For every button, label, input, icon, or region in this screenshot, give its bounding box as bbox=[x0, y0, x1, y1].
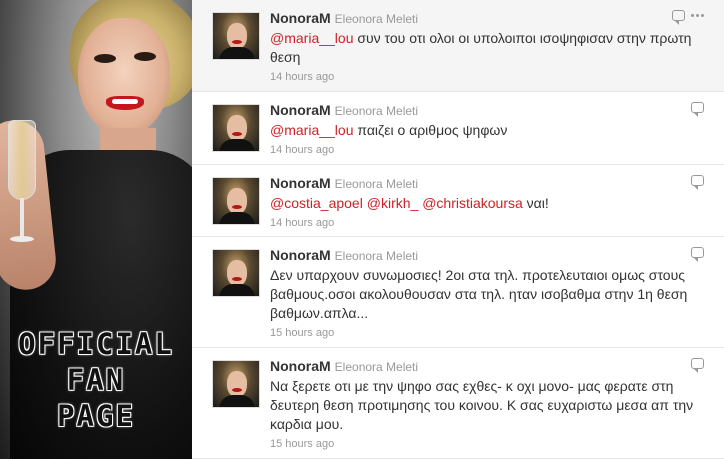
tweet-body: NonoraM Eleonora Meleti @costia_apoel @kir… bbox=[270, 175, 710, 231]
tweet-body: NonoraM Eleonora Meleti @maria__lou παιζει… bbox=[270, 102, 710, 158]
mention-link[interactable]: @christiakoursa bbox=[422, 195, 523, 211]
avatar[interactable] bbox=[212, 177, 260, 225]
tweet-header: NonoraM Eleonora Meleti bbox=[270, 175, 710, 193]
reply-icon[interactable] bbox=[672, 10, 685, 25]
tweet[interactable]: NonoraM Eleonora Meleti @maria__lou παιζει… bbox=[192, 92, 724, 165]
screen-name-link[interactable]: NonoraM bbox=[270, 102, 331, 118]
tweet[interactable]: NonoraM Eleonora Meleti Να ξερετε οτι με τ… bbox=[192, 348, 724, 459]
screen-name-link[interactable]: NonoraM bbox=[270, 358, 331, 374]
reply-icon[interactable] bbox=[691, 102, 704, 117]
tweet-header: NonoraM Eleonora Meleti bbox=[270, 358, 710, 376]
tweet-message: παιζει ο αριθμος ψηφων bbox=[353, 122, 508, 138]
screen-name-link[interactable]: NonoraM bbox=[270, 247, 331, 263]
tweet-message: Δεν υπαρχουν συνωμοσιες! 2οι στα τηλ. πρ… bbox=[270, 267, 688, 321]
mention-link[interactable]: @kirkh_ bbox=[367, 195, 419, 211]
more-icon[interactable] bbox=[691, 14, 704, 17]
promo-banner-line: PAGE bbox=[57, 399, 135, 433]
mention-link[interactable]: @maria__lou bbox=[270, 30, 353, 46]
full-name: Eleonora Meleti bbox=[334, 12, 419, 26]
tweet-body: NonoraM Eleonora Meleti Να ξερετε οτι με τ… bbox=[270, 358, 710, 452]
promo-face bbox=[78, 18, 170, 136]
tweet-body: NonoraM Eleonora Meleti @maria__lou συν το… bbox=[270, 10, 710, 85]
tweet-text: @maria__lou παιζει ο αριθμος ψηφων bbox=[270, 121, 710, 140]
timestamp-link[interactable]: 14 hours ago bbox=[270, 69, 710, 85]
tweet-header: NonoraM Eleonora Meleti bbox=[270, 247, 710, 265]
tweet-actions bbox=[672, 10, 704, 25]
avatar[interactable] bbox=[212, 104, 260, 152]
tweet-actions bbox=[691, 175, 704, 190]
promo-banner-line: FAN bbox=[66, 363, 126, 397]
full-name: Eleonora Meleti bbox=[334, 360, 419, 374]
screen-name-link[interactable]: NonoraM bbox=[270, 175, 331, 191]
reply-icon[interactable] bbox=[691, 175, 704, 190]
tweet[interactable]: NonoraM Eleonora Meleti Δεν υπαρχουν συνωμ… bbox=[192, 237, 724, 348]
promo-teeth bbox=[112, 99, 138, 104]
timestamp-link[interactable]: 14 hours ago bbox=[270, 215, 710, 231]
full-name: Eleonora Meleti bbox=[334, 249, 419, 263]
promo-banner-text: OFFICIAL FAN PAGE bbox=[0, 326, 192, 434]
promo-eye-left bbox=[94, 54, 116, 63]
tweet[interactable]: NonoraM Eleonora Meleti @maria__lou συν το… bbox=[192, 0, 724, 92]
avatar[interactable] bbox=[212, 249, 260, 297]
avatar[interactable] bbox=[212, 360, 260, 408]
screen-name-link[interactable]: NonoraM bbox=[270, 10, 331, 26]
timestamp-link[interactable]: 15 hours ago bbox=[270, 325, 710, 341]
tweet-message: Να ξερετε οτι με την ψηφο σας εχθες- κ ο… bbox=[270, 378, 694, 432]
timestamp-link[interactable]: 15 hours ago bbox=[270, 436, 710, 452]
promo-image: OFFICIAL FAN PAGE bbox=[0, 0, 192, 459]
tweet-body: NonoraM Eleonora Meleti Δεν υπαρχουν συνωμ… bbox=[270, 247, 710, 341]
mention-link[interactable]: @costia_apoel bbox=[270, 195, 363, 211]
tweet-text: @maria__lou συν του οτι ολοι οι υπολοιπο… bbox=[270, 29, 710, 67]
promo-banner-line: OFFICIAL bbox=[18, 327, 174, 361]
mention-link[interactable]: @maria__lou bbox=[270, 122, 353, 138]
tweet-actions bbox=[691, 247, 704, 262]
tweet-text: @costia_apoel @kirkh_ @christiakoursa να… bbox=[270, 194, 710, 213]
full-name: Eleonora Meleti bbox=[334, 104, 419, 118]
tweet[interactable]: NonoraM Eleonora Meleti @costia_apoel @kir… bbox=[192, 165, 724, 237]
tweet-text: Δεν υπαρχουν συνωμοσιες! 2οι στα τηλ. πρ… bbox=[270, 266, 710, 323]
tweet-text: Να ξερετε οτι με την ψηφο σας εχθες- κ ο… bbox=[270, 377, 710, 434]
reply-icon[interactable] bbox=[691, 358, 704, 373]
reply-icon[interactable] bbox=[691, 247, 704, 262]
tweet-message: ναι! bbox=[522, 195, 549, 211]
tweet-actions bbox=[691, 358, 704, 373]
timestamp-link[interactable]: 14 hours ago bbox=[270, 142, 710, 158]
promo-eye-right bbox=[134, 52, 156, 61]
full-name: Eleonora Meleti bbox=[334, 177, 419, 191]
tweet-header: NonoraM Eleonora Meleti bbox=[270, 10, 710, 28]
avatar[interactable] bbox=[212, 12, 260, 60]
tweet-header: NonoraM Eleonora Meleti bbox=[270, 102, 710, 120]
tweet-actions bbox=[691, 102, 704, 117]
tweet-feed: NonoraM Eleonora Meleti @maria__lou συν το… bbox=[192, 0, 724, 459]
champagne-glass-icon bbox=[8, 120, 36, 250]
